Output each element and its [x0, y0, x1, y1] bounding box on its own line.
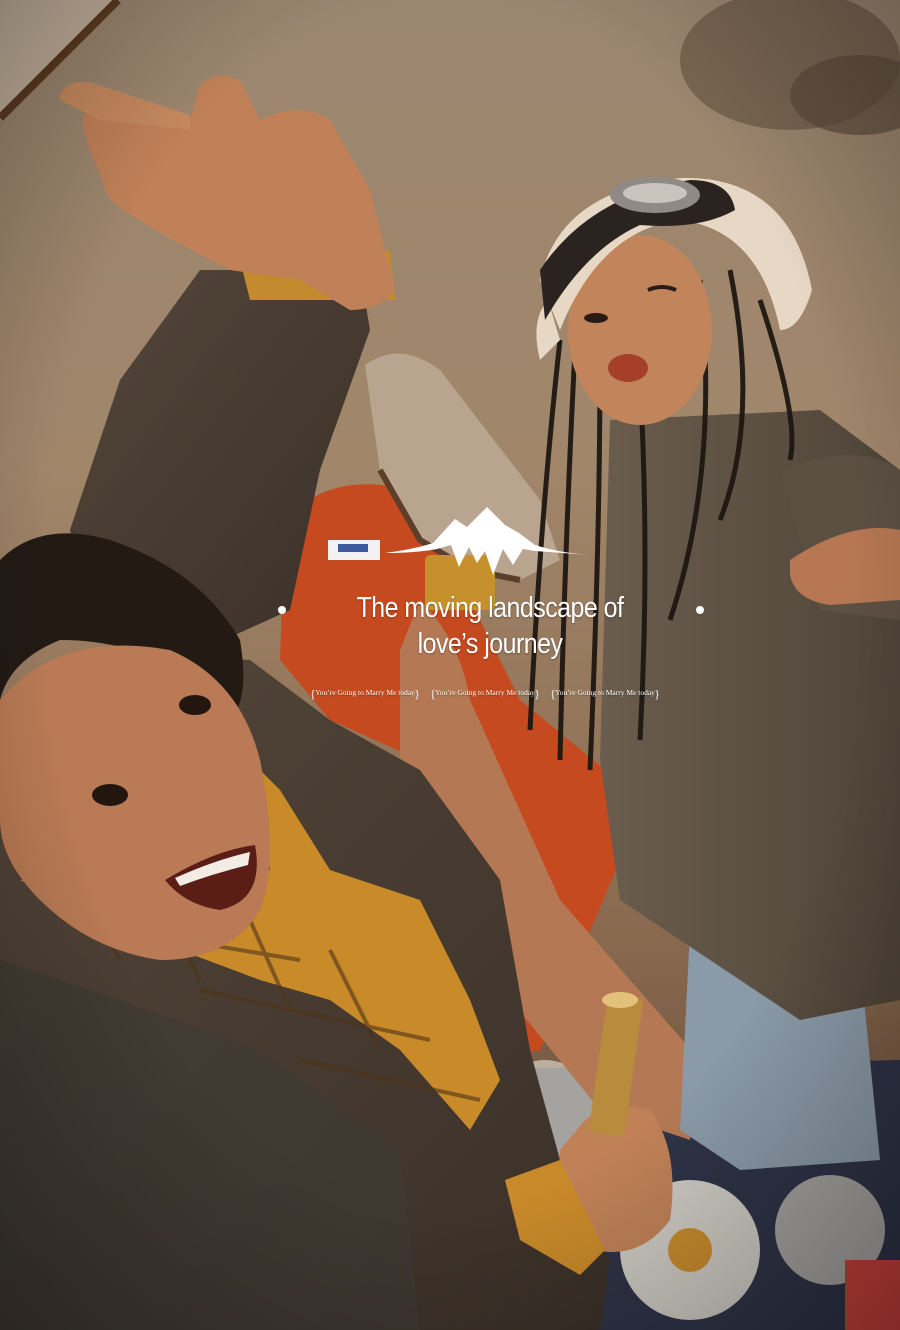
couple-photo [0, 0, 900, 1330]
photo-scene: The moving landscape of love’s journey {… [0, 0, 900, 1330]
